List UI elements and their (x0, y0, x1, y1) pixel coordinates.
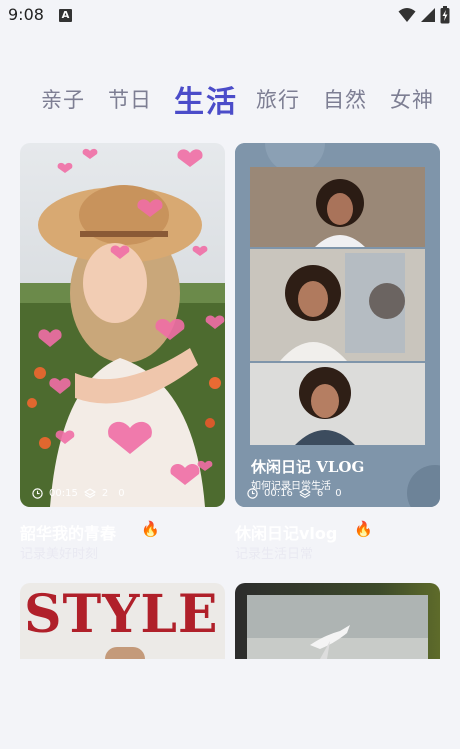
battery-icon (440, 6, 450, 24)
clock-icon (247, 488, 258, 499)
layers-icon (298, 488, 311, 499)
card-use-count: 0 (335, 488, 342, 499)
signal-icon (421, 8, 435, 22)
style-photo (105, 647, 145, 659)
template-card-youth[interactable]: 00:15 2 0 (20, 143, 225, 507)
card-subtitle: 记录美好时刻 (20, 547, 99, 562)
card-thumbnail-woman-hat (20, 143, 225, 507)
card-thumbnail-bird (235, 583, 440, 659)
card-subtitle: 记录生活日常 (235, 547, 314, 562)
card-thumbnail-collage (235, 143, 440, 507)
card-duration: 00:16 (264, 488, 293, 499)
clock-icon (32, 488, 43, 499)
fire-icon: 🔥 (354, 520, 373, 538)
notification-icon: A (59, 9, 72, 22)
tab-life[interactable]: 生活 (174, 77, 238, 121)
template-card-vlog[interactable]: 休闲日记 VLOG 如何记录日常生活 00:16 6 0 (235, 143, 440, 507)
tab-travel[interactable]: 旅行 (256, 84, 300, 114)
tab-holiday[interactable]: 节日 (108, 84, 152, 114)
status-time: 9:08 (8, 5, 44, 24)
status-icons (398, 6, 450, 24)
card-meta: 00:16 6 0 (247, 488, 342, 499)
wifi-icon (398, 8, 416, 22)
style-headline: STYLE (24, 584, 219, 645)
card-duration: 00:15 (49, 488, 78, 499)
card-title: 韶华我的青春 (20, 524, 117, 543)
tab-goddess[interactable]: 女神 (390, 84, 434, 114)
card-meta: 00:15 2 0 (32, 488, 125, 499)
card-title: 休闲日记vlog (235, 524, 338, 543)
status-bar: 9:08 A (0, 0, 460, 32)
fire-icon: 🔥 (141, 520, 160, 538)
card-layer-count: 2 (101, 488, 109, 499)
category-tabs: 亲子 节日 生活 旅行 自然 女神 (0, 72, 460, 122)
layers-icon (83, 488, 96, 499)
tab-parenting[interactable]: 亲子 (41, 84, 85, 114)
card-use-count: 0 (118, 488, 125, 499)
overlay-title: 休闲日记 VLOG (251, 458, 365, 476)
template-card-bird[interactable] (235, 583, 440, 659)
tab-nature[interactable]: 自然 (323, 84, 367, 114)
card-layer-count: 6 (316, 488, 324, 499)
template-card-style[interactable]: STYLE (20, 583, 225, 659)
